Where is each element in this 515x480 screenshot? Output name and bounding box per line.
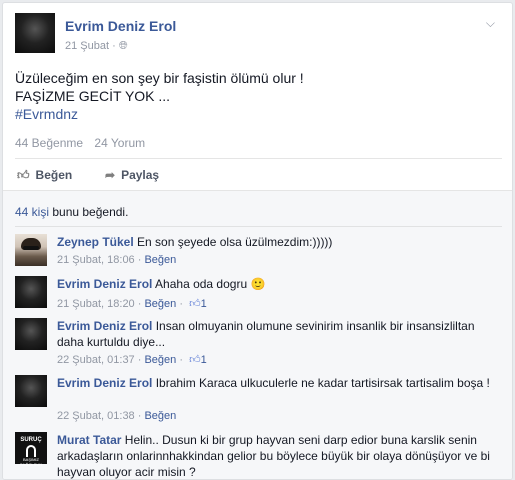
comment-like-button[interactable]: Beğen — [144, 254, 176, 266]
comment-author[interactable]: Evrim Deniz Erol — [57, 319, 152, 333]
comment-like-count[interactable]: 1 — [201, 298, 207, 310]
comment-author[interactable]: Evrim Deniz Erol — [57, 277, 152, 291]
comment-author[interactable]: Evrim Deniz Erol — [57, 376, 152, 390]
share-button[interactable]: ➦ Paylaş — [105, 168, 159, 182]
comment-like-button[interactable]: Beğen — [144, 410, 176, 422]
comment-text: Evrim Deniz Erol Insan olmuyanin olumune… — [57, 319, 475, 349]
post-meta: 21 Şubat · 🌐︎ — [65, 40, 128, 52]
comment-meta: 21 Şubat, 18:06 · Beğen — [57, 254, 177, 266]
post-card: Evrim Deniz Erol 21 Şubat · 🌐︎ ⌵ Üzülece… — [2, 2, 513, 480]
comment-text: Zeynep Tükel En son şeyede olsa üzülmezd… — [57, 235, 333, 249]
like-button[interactable]: 👍︎ Beğen — [17, 168, 72, 183]
comment-like-button[interactable]: Beğen — [144, 298, 176, 310]
author-avatar[interactable] — [15, 13, 55, 53]
avatar[interactable] — [15, 234, 47, 266]
hashtag-link[interactable]: #Evrmdnz — [15, 105, 495, 123]
likes-count[interactable]: 44 Beğenme — [15, 136, 83, 150]
comment-like-button[interactable]: Beğen — [144, 354, 176, 366]
likes-people-link[interactable]: 44 kişi — [15, 205, 49, 219]
comment-meta: 22 Şubat, 01:37 · Beğen · 👍︎1 — [57, 354, 207, 366]
divider — [15, 226, 502, 227]
comment-like-count[interactable]: 1 — [201, 354, 207, 366]
comment-text: Murat Tatar Helin.. Dusun ki bir grup ha… — [57, 433, 490, 479]
avatar[interactable] — [15, 318, 47, 350]
likes-summary: 44 kişi bunu beğendi. — [15, 205, 129, 219]
post-line: FAŞİZME GECİT YOK ... — [15, 88, 171, 104]
avatar[interactable]: SURUÇ BAŞIMIZ SAĞOLSUN — [15, 432, 47, 467]
share-icon: ➦ — [105, 168, 116, 182]
chevron-down-icon[interactable]: ⌵ — [486, 16, 495, 31]
post-line: Üzüleceğim en son şey bir faşistin ölümü… — [15, 70, 304, 86]
comment-meta: 22 Şubat, 01:38 · Beğen — [57, 410, 177, 422]
globe-icon: 🌐︎ — [118, 40, 128, 52]
comment-date[interactable]: 22 Şubat, 01:37 — [57, 354, 135, 366]
avatar-title: SURUÇ — [20, 437, 42, 443]
comment-date[interactable]: 21 Şubat, 18:06 — [57, 254, 135, 266]
comment-meta: 21 Şubat, 18:20 · Beğen · 👍︎1 — [57, 298, 207, 310]
avatar-subtitle: BAŞIMIZ SAĞOLSUN — [19, 457, 43, 467]
post-text: Üzüleceğim en son şey bir faşistin ölümü… — [15, 69, 495, 123]
comment-author[interactable]: Murat Tatar — [57, 433, 121, 447]
ribbon-icon — [26, 445, 36, 457]
post-stats: 44 Beğenme 24 Yorum — [15, 136, 153, 150]
post-author[interactable]: Evrim Deniz Erol — [65, 18, 176, 34]
comments-count[interactable]: 24 Yorum — [94, 136, 145, 150]
thumbs-up-icon[interactable]: 👍︎ — [189, 298, 201, 310]
comment-date[interactable]: 21 Şubat, 18:20 — [57, 298, 135, 310]
thumbs-up-icon[interactable]: 👍︎ — [189, 354, 201, 366]
post-date[interactable]: 21 Şubat — [65, 40, 109, 52]
comments-section: 44 kişi bunu beğendi. Zeynep Tükel En so… — [3, 190, 512, 479]
avatar[interactable] — [15, 276, 47, 308]
post-header: Evrim Deniz Erol 21 Şubat · 🌐︎ ⌵ — [15, 13, 495, 59]
comment-author[interactable]: Zeynep Tükel — [57, 235, 134, 249]
comment-text: Evrim Deniz Erol Ahaha oda dogru 🙂 — [57, 277, 266, 291]
avatar[interactable] — [15, 375, 47, 407]
divider — [15, 158, 502, 159]
comment-text: Evrim Deniz Erol Ibrahim Karaca ulkucule… — [57, 376, 490, 390]
comment-date[interactable]: 22 Şubat, 01:38 — [57, 410, 135, 422]
thumbs-up-icon: 👍︎ — [17, 168, 30, 182]
